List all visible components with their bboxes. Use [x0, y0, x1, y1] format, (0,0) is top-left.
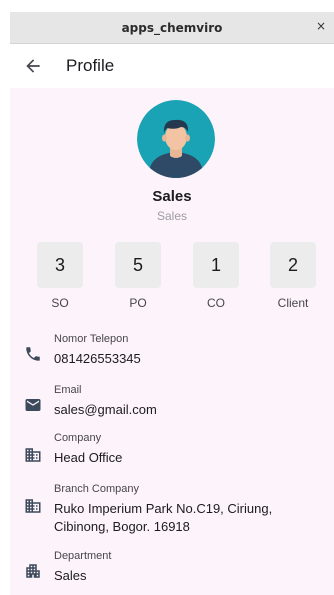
- info-value: Head Office: [54, 450, 123, 465]
- info-value: 081426553345: [54, 351, 141, 366]
- window-titlebar: apps_chemviro ×: [10, 12, 334, 44]
- app-bar: Profile: [10, 44, 334, 88]
- avatar: [137, 100, 215, 178]
- user-avatar-icon: [137, 100, 215, 178]
- stat-label: PO: [129, 296, 147, 310]
- stat-value: 1: [193, 242, 239, 288]
- stat-label: SO: [51, 296, 69, 310]
- domain-icon: [24, 497, 42, 515]
- back-button[interactable]: [22, 56, 44, 76]
- stat-po[interactable]: 5 PO: [108, 242, 168, 312]
- profile-role: Sales: [156, 209, 188, 223]
- email-icon: [24, 396, 42, 414]
- arrow-back-icon: [26, 59, 40, 73]
- profile-content: Sales Sales 3 SO 5 PO 1 CO 2 Client Nomo…: [10, 88, 334, 595]
- profile-name: Sales: [152, 188, 192, 205]
- stat-label: Client: [277, 296, 309, 310]
- window-title: apps_chemviro: [121, 20, 223, 35]
- info-value: sales@gmail.com: [54, 402, 157, 417]
- stat-client[interactable]: 2 Client: [263, 242, 323, 312]
- info-value: Ruko Imperium Park No.C19, Ciriung, Cibi…: [54, 501, 273, 534]
- info-label: Branch Company: [54, 483, 139, 495]
- info-label: Department: [54, 550, 112, 562]
- info-label: Nomor Telepon: [54, 333, 129, 345]
- info-value: Sales: [54, 568, 87, 583]
- stat-label: CO: [207, 296, 225, 310]
- stat-so[interactable]: 3 SO: [30, 242, 90, 312]
- page-title: Profile: [66, 56, 115, 75]
- stat-value: 2: [270, 242, 316, 288]
- business-icon: [24, 446, 42, 464]
- window-close-button[interactable]: ×: [314, 19, 328, 35]
- stat-value: 5: [115, 242, 161, 288]
- stat-co[interactable]: 1 CO: [186, 242, 246, 312]
- phone-icon: [24, 345, 42, 363]
- stats-row: 3 SO 5 PO 1 CO 2 Client: [10, 242, 334, 312]
- info-label: Email: [54, 384, 82, 396]
- stat-value: 3: [37, 242, 83, 288]
- apartment-icon: [24, 562, 42, 580]
- info-label: Company: [54, 432, 102, 444]
